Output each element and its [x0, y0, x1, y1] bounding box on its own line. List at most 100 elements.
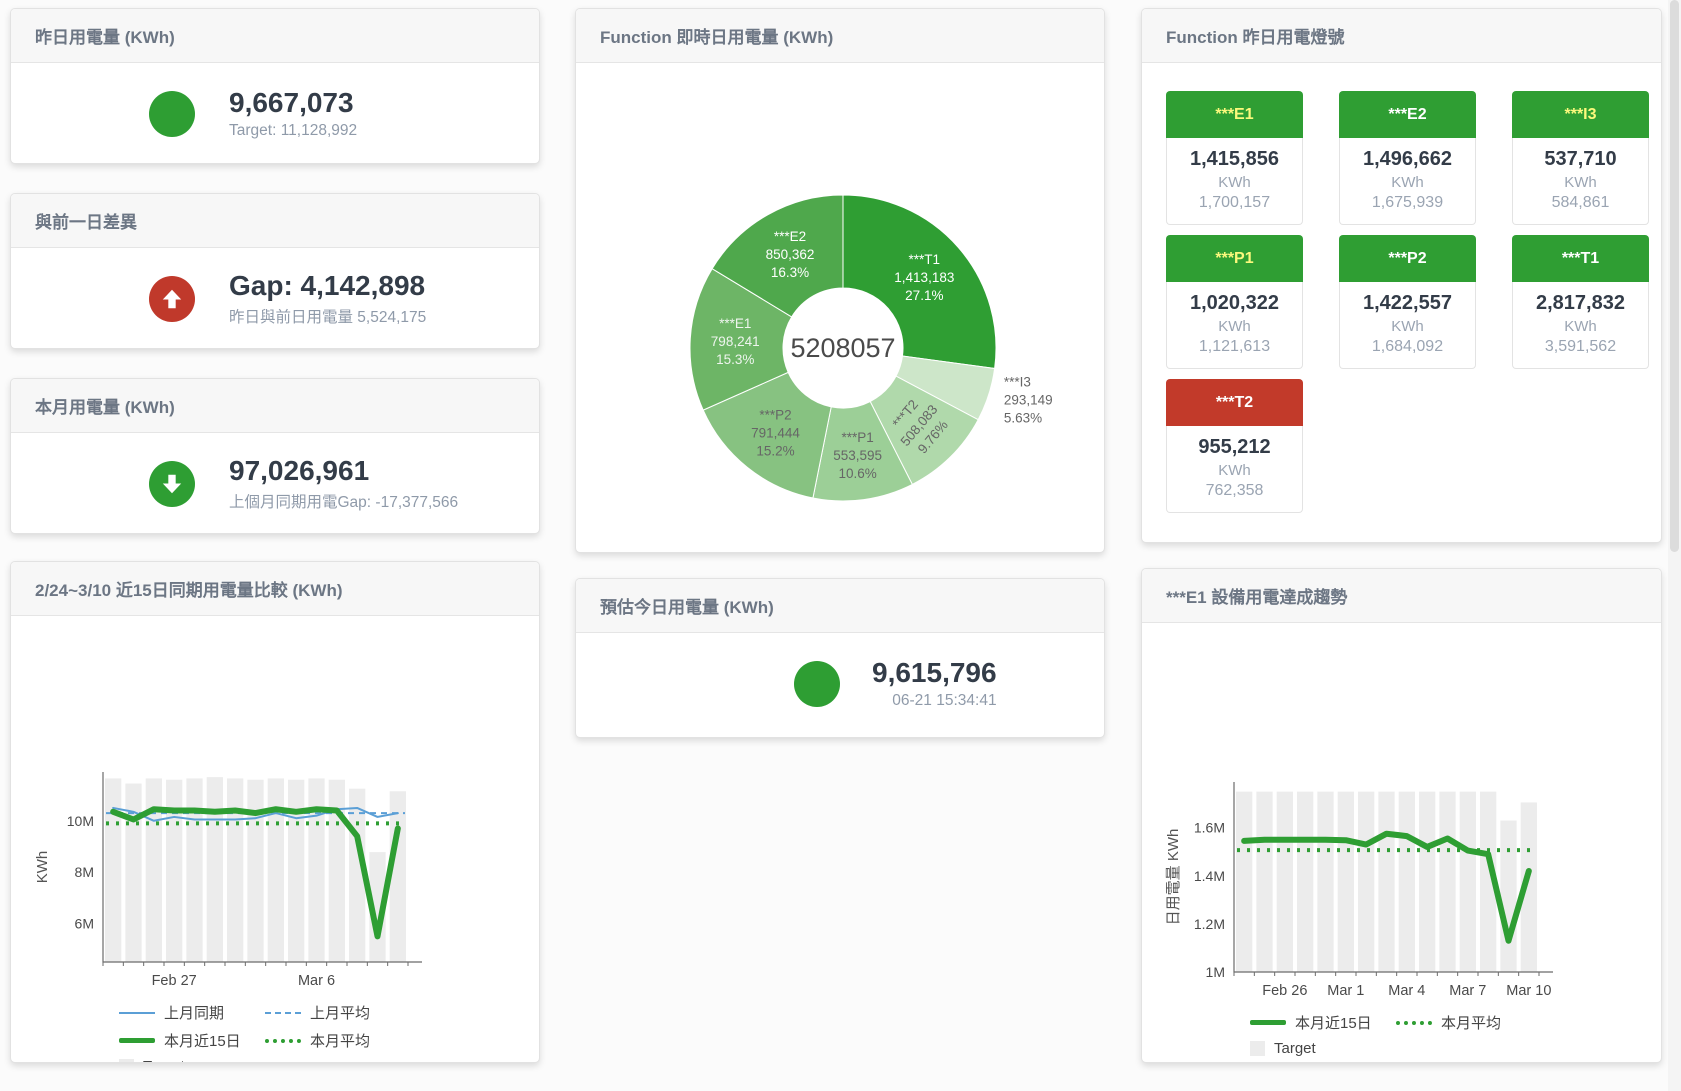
yesterday-usage-target: Target: 11,128,992 — [229, 122, 357, 140]
card-title: ***E1 設備用電達成趨勢 — [1142, 569, 1661, 623]
card-title: 預估今日用電量 (KWh) — [576, 579, 1104, 633]
y-tick-label: 10M — [67, 813, 94, 829]
lamp-tile: ***P21,422,557KWh1,684,092 — [1339, 235, 1476, 369]
lamp-target-value: 584,861 — [1517, 194, 1644, 212]
y-tick-label: 1.4M — [1194, 868, 1225, 884]
legend-line-swatch-icon — [119, 1012, 155, 1014]
card-month-usage: 本月用電量 (KWh) 97,026,961 上個月同期用電Gap: -17,3… — [10, 378, 540, 534]
lamp-tile: ***I3 537,710 KWh 584,861 — [1512, 91, 1649, 225]
stat-body: Gap: 4,142,898 昨日與前日用電量 5,524,175 — [11, 248, 539, 349]
card-title: Function 昨日用電燈號 — [1142, 9, 1661, 63]
month-usage-gap: 上個月同期用電Gap: -17,377,566 — [229, 490, 458, 512]
card-title: 昨日用電量 (KWh) — [11, 9, 539, 63]
lamp-tile: ***E21,496,662KWh1,675,939 — [1339, 91, 1476, 225]
lamp-tile-header: ***T2 — [1166, 379, 1303, 426]
y-axis-title: 日用電量 KWh — [1165, 829, 1182, 926]
lamp-value: 955,212 — [1171, 436, 1298, 459]
target-bar — [390, 791, 406, 962]
target-bar — [1399, 792, 1415, 972]
yesterday-usage-value: 9,667,073 — [229, 87, 357, 119]
target-bar — [1358, 792, 1374, 972]
target-bar — [308, 778, 324, 962]
x-tick-label: Feb 26 — [1262, 983, 1307, 999]
lamp-tile-header: ***P2 — [1339, 235, 1476, 282]
lamp-value: 1,422,557 — [1344, 292, 1471, 315]
lamp-tile-header: ***E1 — [1166, 91, 1303, 138]
legend-item[interactable]: 上月同期 — [119, 1002, 247, 1023]
lamp-tile: ***T2955,212KWh762,358 — [1166, 379, 1303, 513]
lamp-grid: ***E11,415,856KWh1,700,157***E21,496,662… — [1142, 63, 1661, 513]
lamp-unit: KWh — [1517, 174, 1644, 191]
card-title: 2/24~3/10 近15日同期用電量比較 (KWh) — [11, 562, 539, 616]
x-tick-label: Mar 1 — [1327, 983, 1364, 999]
legend-line-swatch-icon — [265, 1012, 301, 1014]
card-day-gap: 與前一日差異 Gap: 4,142,898 昨日與前日用電量 5,524,175 — [10, 193, 540, 349]
legend-label: 本月平均 — [1441, 1012, 1501, 1033]
compare-line-chart: 6M8M10MFeb 27Mar 6KWh — [31, 760, 471, 992]
y-tick-label: 6M — [75, 915, 94, 931]
legend-label: 本月近15日 — [1295, 1012, 1372, 1033]
card-realtime-donut: Function 即時日用電量 (KWh) ***T11,413,18327.1… — [575, 8, 1105, 553]
status-ok-icon — [794, 661, 840, 707]
lamp-tile: ***T12,817,832KWh3,591,562 — [1512, 235, 1649, 369]
legend-item[interactable]: Target — [119, 1058, 247, 1063]
lamp-tile: ***P11,020,322KWh1,121,613 — [1166, 235, 1303, 369]
lamp-tile-header: ***P1 — [1166, 235, 1303, 282]
lamp-target-value: 1,675,939 — [1344, 194, 1471, 212]
target-bar — [268, 778, 284, 962]
x-tick-label: Mar 10 — [1506, 983, 1551, 999]
x-tick-label: Feb 27 — [152, 973, 197, 989]
target-bar — [1419, 792, 1435, 972]
legend-item[interactable]: 本月平均 — [265, 1030, 393, 1051]
legend-label: 本月近15日 — [164, 1030, 241, 1051]
legend-label: 上月同期 — [164, 1002, 224, 1023]
lamp-unit: KWh — [1171, 462, 1298, 479]
legend-label: 上月平均 — [310, 1002, 370, 1023]
estimate-timestamp: 06-21 15:34:41 — [872, 692, 997, 710]
legend-item[interactable]: 本月近15日 — [119, 1030, 247, 1051]
vertical-scrollbar[interactable] — [1668, 0, 1681, 1091]
svg-text:***I3293,1495.63%: ***I3293,1495.63% — [1003, 375, 1052, 426]
lamp-unit: KWh — [1171, 174, 1298, 191]
y-tick-label: 1.2M — [1194, 916, 1225, 932]
lamp-value: 1,415,856 — [1171, 148, 1298, 171]
lamp-tile: ***E11,415,856KWh1,700,157 — [1166, 91, 1303, 225]
target-bar — [146, 778, 162, 962]
target-bar — [1297, 792, 1313, 972]
legend-box-swatch-icon — [119, 1059, 134, 1063]
legend-line-swatch-icon — [265, 1039, 301, 1043]
lamp-tile-body: 1,415,856KWh1,700,157 — [1166, 138, 1303, 225]
x-tick-label: Mar 4 — [1388, 983, 1425, 999]
legend-item[interactable]: 本月近15日 — [1250, 1012, 1378, 1033]
lamp-target-value: 1,121,613 — [1171, 338, 1298, 356]
card-lamp-status: Function 昨日用電燈號 ***E11,415,856KWh1,700,1… — [1141, 8, 1662, 543]
stat-body: 9,615,796 06-21 15:34:41 — [576, 633, 1104, 734]
legend-item[interactable]: 本月平均 — [1396, 1012, 1524, 1033]
target-bar — [1277, 792, 1293, 972]
scrollbar-thumb[interactable] — [1670, 0, 1679, 552]
target-bar — [1439, 792, 1455, 972]
target-bar — [247, 780, 263, 962]
y-tick-label: 1M — [1206, 964, 1225, 980]
legend-line-swatch-icon — [1396, 1021, 1432, 1025]
legend-item[interactable]: 上月平均 — [265, 1002, 393, 1023]
lamp-target-value: 3,591,562 — [1517, 338, 1644, 356]
legend-line-swatch-icon — [119, 1038, 155, 1043]
lamp-value: 537,710 — [1517, 148, 1644, 171]
lamp-unit: KWh — [1517, 318, 1644, 335]
lamp-tile-body: 537,710 KWh 584,861 — [1512, 138, 1649, 225]
lamp-tile-body: 1,422,557KWh1,684,092 — [1339, 282, 1476, 369]
card-yesterday-usage: 昨日用電量 (KWh) 9,667,073 Target: 11,128,992 — [10, 8, 540, 164]
realtime-usage-donut-chart: ***T11,413,18327.1%***I3293,1495.63%***T… — [593, 63, 1088, 533]
lamp-target-value: 1,684,092 — [1344, 338, 1471, 356]
target-bar — [1378, 792, 1394, 972]
legend-item[interactable]: Target — [1250, 1040, 1378, 1057]
compare-chart-legend: 上月同期 上月平均本月近15日 本月平均 Target — [119, 1002, 539, 1063]
lamp-tile-header: ***I3 — [1512, 91, 1649, 138]
target-bar — [1500, 820, 1516, 972]
donut-center-total: 5208057 — [790, 333, 895, 363]
stat-body: 9,667,073 Target: 11,128,992 — [11, 63, 539, 164]
arrow-down-icon — [149, 461, 195, 507]
lamp-value: 1,020,322 — [1171, 292, 1298, 315]
y-tick-label: 1.6M — [1194, 820, 1225, 836]
